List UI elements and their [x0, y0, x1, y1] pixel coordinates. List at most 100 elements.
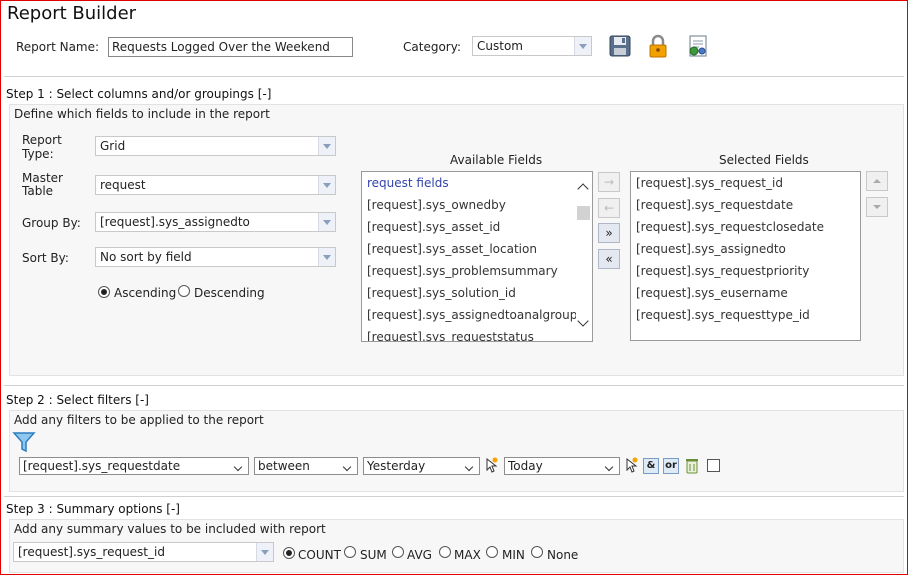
summary-avg-label: AVG [407, 548, 432, 562]
step1-subheading: Define which fields to include in the re… [14, 107, 270, 121]
date-picker-icon[interactable] [484, 457, 498, 473]
available-fields-scrollbar[interactable] [576, 172, 592, 341]
list-item[interactable]: [request].sys_requestclosedate [631, 216, 860, 238]
list-item[interactable]: [request].sys_solution_id [362, 282, 592, 304]
chevron-down-icon [318, 248, 335, 266]
scroll-up-icon[interactable] [577, 183, 589, 195]
group-by-value: [request].sys_assignedto [100, 215, 250, 229]
step3-heading[interactable]: Step 3 : Summary options [-] [6, 502, 180, 516]
group-by-label: Group By: [22, 216, 81, 230]
add-field-button[interactable]: → [598, 172, 620, 192]
ascending-radio[interactable] [98, 286, 110, 298]
chevron-down-icon [256, 543, 273, 561]
filter-field-select[interactable]: [request].sys_requestdate [19, 457, 249, 475]
list-item[interactable]: [request].sys_requeststatus [362, 326, 592, 341]
selected-fields-items: [request].sys_request_id [request].sys_re… [631, 172, 860, 326]
list-item[interactable]: [request].sys_problemsummary [362, 260, 592, 282]
list-item[interactable]: [request].sys_assignedtoanalgroup [362, 304, 592, 326]
sort-by-value: No sort by field [100, 250, 192, 264]
master-table-select[interactable]: request [95, 175, 336, 195]
sort-by-select[interactable]: No sort by field [95, 247, 336, 267]
list-item[interactable]: [request].sys_requestpriority [631, 260, 860, 282]
remove-all-fields-button[interactable]: « [598, 249, 620, 269]
summary-max-radio[interactable] [439, 546, 451, 558]
list-item[interactable]: [request].sys_ownedby [362, 194, 592, 216]
master-table-value: request [100, 178, 146, 192]
ascending-label: Ascending [114, 286, 177, 300]
summary-min-label: MIN [502, 548, 525, 562]
move-up-button[interactable] [866, 171, 888, 191]
category-value: Custom [477, 39, 523, 53]
or-filter-button[interactable]: or [663, 458, 679, 474]
scroll-thumb[interactable] [577, 206, 590, 220]
available-fields-title: Available Fields [450, 153, 543, 167]
summary-none-radio[interactable] [531, 546, 543, 558]
list-item[interactable]: [request].sys_asset_id [362, 216, 592, 238]
filter-from-select[interactable]: Yesterday [363, 457, 480, 475]
save-icon[interactable] [609, 35, 631, 57]
summary-sum-label: SUM [360, 548, 387, 562]
selected-fields-list[interactable]: [request].sys_request_id [request].sys_re… [630, 171, 861, 341]
filter-field-value: [request].sys_requestdate [23, 459, 181, 473]
remove-field-button[interactable]: ← [598, 198, 620, 218]
filter-checkbox[interactable] [707, 459, 720, 472]
sort-by-label: Sort By: [22, 251, 69, 265]
and-filter-button[interactable]: & [643, 458, 659, 474]
lock-icon[interactable] [647, 34, 669, 58]
list-group-header: request fields [367, 176, 449, 190]
filter-to-select[interactable]: Today [504, 457, 620, 475]
summary-none-label: None [547, 548, 579, 562]
chevron-down-icon [606, 460, 616, 472]
list-item[interactable]: [request].sys_request_id [631, 172, 860, 194]
date-picker-icon[interactable] [624, 457, 638, 473]
list-item[interactable]: [request].sys_requestdate [631, 194, 860, 216]
master-table-label: Master Table [22, 171, 63, 198]
filter-icon[interactable] [12, 430, 36, 454]
divider [4, 385, 904, 386]
available-fields-list[interactable]: request fields [request].sys_ownedby [requ… [361, 171, 593, 342]
add-all-fields-button[interactable]: » [598, 223, 620, 243]
summary-sum-radio[interactable] [344, 546, 356, 558]
chevron-down-icon [318, 213, 335, 231]
page-title: Report Builder [7, 3, 137, 24]
group-by-select[interactable]: [request].sys_assignedto [95, 212, 336, 232]
descending-radio[interactable] [178, 285, 190, 297]
summary-count-label: COUNT [298, 548, 341, 562]
delete-filter-icon[interactable] [684, 457, 700, 474]
list-item[interactable]: [request].sys_asset_location [362, 238, 592, 260]
summary-avg-radio[interactable] [392, 546, 404, 558]
report-type-select[interactable]: Grid [95, 136, 336, 156]
move-down-button[interactable] [866, 197, 888, 217]
report-type-label: Report Type: [22, 133, 62, 161]
report-name-input[interactable]: Requests Logged Over the Weekend [108, 37, 353, 57]
chevron-down-icon [574, 37, 591, 55]
list-item[interactable]: [request].sys_eusername [631, 282, 860, 304]
chevron-down-icon [344, 460, 354, 472]
category-label: Category: [403, 40, 461, 54]
available-fields-items: request fields [request].sys_ownedby [requ… [362, 172, 592, 341]
list-item[interactable]: [request].sys_assignedto [631, 238, 860, 260]
filter-from-value: Yesterday [367, 459, 426, 473]
summary-field-select[interactable]: [request].sys_request_id [13, 542, 274, 562]
report-name-label: Report Name: [16, 40, 100, 54]
selected-fields-title: Selected Fields [719, 153, 809, 167]
step2-subheading: Add any filters to be applied to the rep… [14, 413, 264, 427]
list-item[interactable]: [request].sys_requesttype_id [631, 304, 860, 326]
filter-operator-select[interactable]: between [254, 457, 358, 475]
step2-heading[interactable]: Step 2 : Select filters [-] [6, 393, 149, 407]
divider [4, 76, 904, 77]
category-select[interactable]: Custom [472, 36, 592, 56]
scroll-down-icon[interactable] [577, 315, 589, 327]
filter-to-value: Today [508, 459, 543, 473]
summary-field-value: [request].sys_request_id [18, 545, 165, 559]
descending-label: Descending [194, 286, 265, 300]
chevron-down-icon [318, 137, 335, 155]
summary-min-radio[interactable] [486, 546, 498, 558]
report-type-value: Grid [100, 139, 126, 153]
step3-subheading: Add any summary values to be included wi… [14, 522, 326, 536]
summary-count-radio[interactable] [283, 547, 295, 559]
chevron-down-icon [235, 460, 245, 472]
report-properties-icon[interactable] [686, 34, 710, 58]
step1-heading[interactable]: Step 1 : Select columns and/or groupings… [6, 87, 271, 101]
divider [4, 496, 904, 497]
